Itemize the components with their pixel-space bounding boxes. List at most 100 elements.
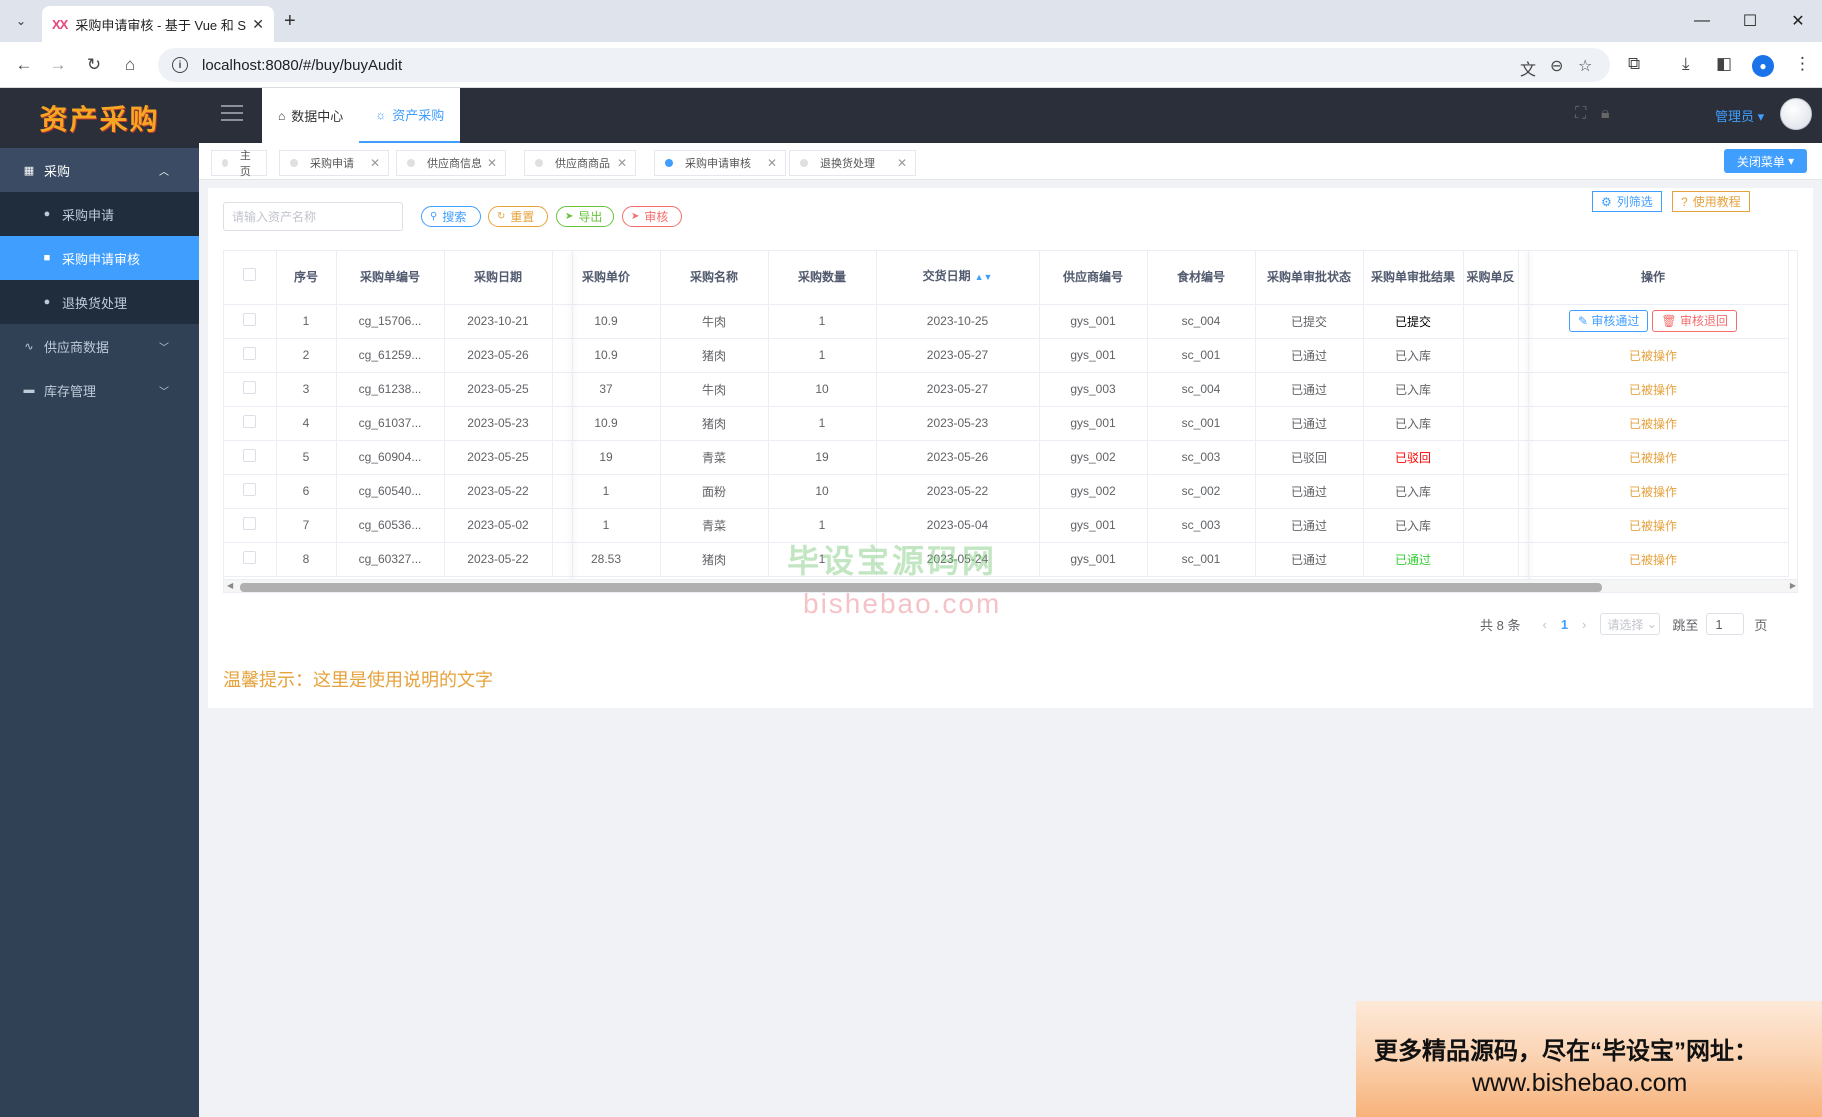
home-icon[interactable]: ⌂ (118, 53, 142, 77)
table-cell: sc_003 (1147, 508, 1256, 543)
row-checkbox[interactable] (224, 440, 277, 475)
table-cell: 10.9 (552, 304, 661, 339)
forward-icon[interactable]: → (46, 53, 70, 77)
header-approval-result: 采购单审批结果 (1363, 251, 1464, 305)
reject-button[interactable]: 🗑︎ 审核退回 (1652, 310, 1737, 332)
reset-button[interactable]: ↻ 重置 (488, 206, 548, 227)
select-all-checkbox[interactable] (224, 251, 277, 305)
tag-supplier-info[interactable]: 供应商信息 ✕ (396, 150, 506, 176)
actions-cell: 已被操作 (1518, 372, 1789, 407)
table-cell: 10.9 (552, 338, 661, 373)
sort-icon[interactable]: ▲▼ (975, 272, 993, 282)
next-page-icon[interactable]: › (1582, 617, 1586, 632)
back-icon[interactable]: ← (12, 53, 36, 77)
zoom-icon[interactable]: ⊖ (1550, 56, 1563, 76)
prev-page-icon[interactable]: ‹ (1542, 617, 1546, 632)
tutorial-button[interactable]: ? 使用教程 (1672, 191, 1750, 212)
close-icon[interactable]: ✕ (370, 156, 380, 170)
reload-icon[interactable]: ↻ (82, 53, 106, 77)
asset-name-search-input[interactable]: 请输入资产名称 (223, 202, 403, 231)
sidebar-item-purchase-audit[interactable]: ■ 采购申请审核 (0, 236, 199, 280)
address-bar[interactable]: i localhost:8080/#/buy/buyAudit 文 ⊖ ☆ (158, 48, 1610, 82)
fullscreen-icon[interactable]: ⛶ (1575, 105, 1586, 123)
table-cell: cg_61037... (336, 406, 445, 441)
scroll-right-icon[interactable]: ▶ (1790, 581, 1796, 590)
admin-dropdown[interactable]: 管理员 ▾ (1715, 106, 1764, 125)
tab-asset-purchase[interactable]: ☼ 资产采购 (359, 88, 461, 143)
lock-icon[interactable]: 🔒︎ (1601, 105, 1610, 123)
extensions-icon[interactable]: ⧉ (1628, 54, 1640, 74)
table-cell: gys_001 (1039, 508, 1148, 543)
browser-tab[interactable]: XX 采购申请审核 - 基于 Vue 和 Sp ✕ (42, 6, 274, 42)
database-icon: ● (43, 208, 51, 220)
avatar[interactable] (1780, 98, 1812, 130)
bookmark-star-icon[interactable]: ☆ (1578, 56, 1592, 76)
tag-purchase-audit[interactable]: 采购申请审核 ✕ (654, 150, 786, 176)
profile-avatar-icon[interactable]: ● (1752, 55, 1774, 77)
table-row: 4 cg_61037... 2023-05-23 10.9 猪肉 1 2023-05-23 g… (224, 406, 1789, 441)
table-cell: 2023-05-22 (444, 474, 553, 509)
close-icon[interactable]: ✕ (487, 156, 497, 170)
row-checkbox[interactable] (224, 338, 277, 373)
row-checkbox[interactable] (224, 474, 277, 509)
table-cell: 2023-05-23 (876, 406, 1040, 441)
home-icon: ⌂ (278, 108, 286, 123)
row-checkbox[interactable] (224, 304, 277, 339)
tab-search-chevron-icon[interactable]: ⌄ (8, 8, 34, 34)
table-row: 2 cg_61259... 2023-05-26 10.9 猪肉 1 2023-05-27 g… (224, 338, 1789, 373)
row-checkbox[interactable] (224, 542, 277, 577)
tag-home[interactable]: 主页 (211, 150, 267, 178)
sidebar-item-inventory[interactable]: ▬ 库存管理 ﹀ (0, 368, 199, 412)
table-cell: 2023-05-27 (876, 372, 1040, 407)
main-content: ⚙ 列筛选 ? 使用教程 请输入资产名称 ⚲ 搜索 ↻ 重置 ➤ 导出 ➤ 审核 序号 采购… (208, 188, 1813, 708)
table-cell: 已通过 (1255, 406, 1364, 441)
site-info-icon[interactable]: i (172, 57, 188, 73)
search-button[interactable]: ⚲ 搜索 (421, 206, 481, 227)
hamburger-icon[interactable] (221, 105, 243, 125)
close-icon[interactable]: ✕ (897, 156, 907, 170)
table-cell: 2023-05-22 (876, 474, 1040, 509)
sidebar-item-return-handle[interactable]: ● 退换货处理 (0, 280, 199, 324)
table-row: 5 cg_60904... 2023-05-25 19 青菜 19 2023-05-26 gy… (224, 440, 1789, 475)
header-delivery-date[interactable]: 交货日期 ▲▼ (876, 251, 1040, 305)
horizontal-scrollbar[interactable]: ◀ ▶ (224, 579, 1797, 592)
already-handled-label: 已被操作 (1628, 484, 1677, 499)
row-checkbox[interactable] (224, 406, 277, 441)
sidebar-item-supplier-data[interactable]: ∿ 供应商数据 ﹀ (0, 324, 199, 368)
table-cell: 2023-05-02 (444, 508, 553, 543)
tag-return-handle[interactable]: 退换货处理 ✕ (789, 150, 916, 176)
tag-supplier-goods[interactable]: 供应商商品 ✕ (524, 150, 636, 176)
goto-page-input[interactable]: 1 (1706, 613, 1745, 635)
header-purchase-name: 采购名称 (660, 251, 769, 305)
sidepanel-icon[interactable]: ◧ (1716, 54, 1732, 74)
close-icon[interactable]: ✕ (617, 156, 627, 170)
page-number[interactable]: 1 (1561, 617, 1568, 632)
logo: 资产采购 (0, 88, 199, 148)
page-size-select[interactable]: 请选择 ⌄ (1600, 613, 1661, 635)
sidebar-item-purchase[interactable]: ▦ 采购 ︿ (0, 148, 199, 192)
audit-button[interactable]: ➤ 审核 (622, 206, 682, 227)
sidebar-item-purchase-apply[interactable]: ● 采购申请 (0, 192, 199, 236)
new-tab-icon[interactable]: + (284, 10, 296, 33)
row-checkbox[interactable] (224, 372, 277, 407)
table-cell: 已通过 (1255, 542, 1364, 577)
table-cell: 2023-05-23 (444, 406, 553, 441)
translate-icon[interactable]: 文 (1520, 56, 1536, 80)
tab-data-center[interactable]: ⌂ 数据中心 (262, 88, 359, 143)
close-menu-button[interactable]: 关闭菜单 ▾ (1724, 149, 1807, 173)
top-navbar: ⌂ 数据中心 ☼ 资产采购 ⛶ 🔒︎ 管理员 ▾ (199, 88, 1822, 143)
approve-button[interactable]: ✎ 审核通过 (1568, 310, 1649, 332)
window-close-icon[interactable]: ✕ (1774, 0, 1822, 42)
ad-banner: 更多精品源码，尽在“毕设宝”网址： www.bishebao.com (1356, 1001, 1822, 1117)
tab-close-icon[interactable]: ✕ (252, 16, 264, 33)
row-checkbox[interactable] (224, 508, 277, 543)
export-button[interactable]: ➤ 导出 (556, 206, 614, 227)
maximize-icon[interactable]: ☐ (1726, 0, 1774, 42)
download-icon[interactable]: ⤓ (1682, 54, 1690, 74)
tag-purchase-apply[interactable]: 采购申请 ✕ (279, 150, 389, 176)
minimize-icon[interactable]: — (1678, 0, 1726, 42)
browser-menu-icon[interactable]: ⋮ (1794, 54, 1811, 74)
scroll-left-icon[interactable]: ◀ (227, 581, 233, 590)
close-icon[interactable]: ✕ (767, 156, 777, 170)
column-filter-button[interactable]: ⚙ 列筛选 (1592, 191, 1662, 212)
